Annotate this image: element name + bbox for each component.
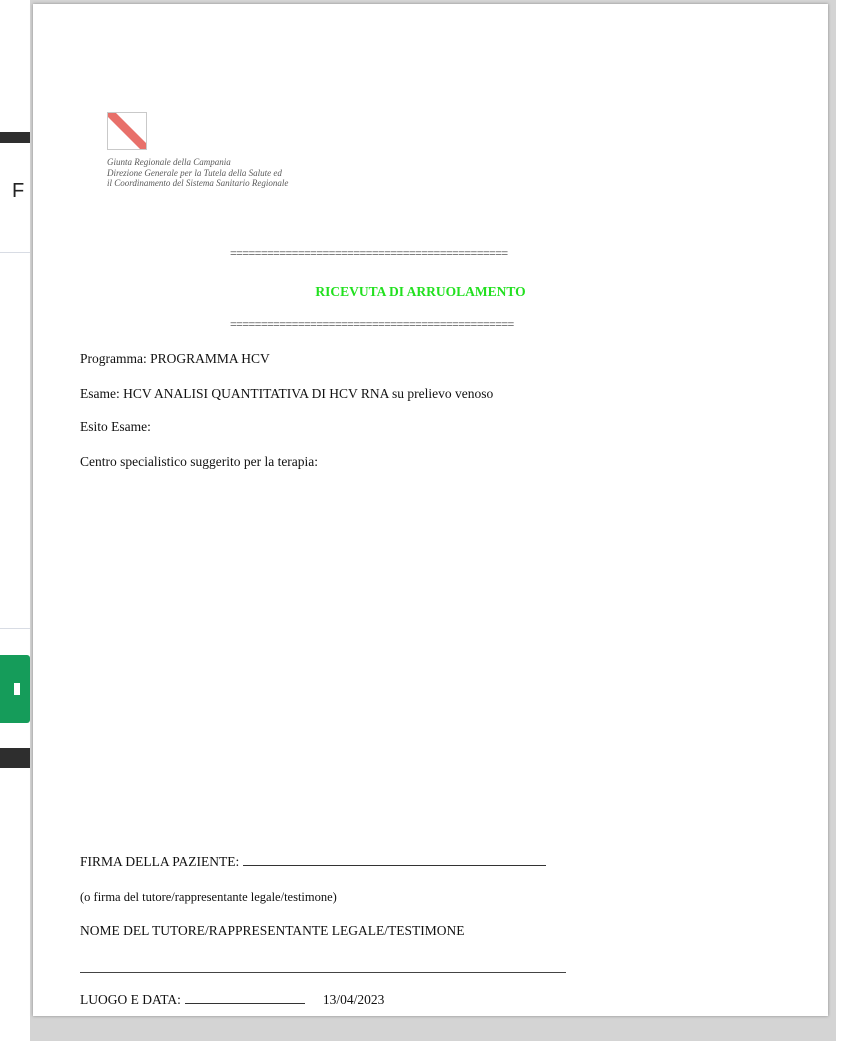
background-app-bar bbox=[0, 132, 30, 143]
separator-rule-bottom: ========================================… bbox=[230, 317, 514, 331]
esito-field: Esito Esame: bbox=[80, 419, 151, 434]
agency-line-3: il Coordinamento del Sistema Sanitario R… bbox=[107, 178, 289, 188]
place-blank-line bbox=[184, 992, 305, 1004]
name-blank-line bbox=[80, 972, 566, 973]
background-app-bar bbox=[0, 748, 30, 768]
luogo-label: LUOGO E DATA: bbox=[80, 992, 181, 1007]
pdf-page: Giunta Regionale della Campania Direzione… bbox=[33, 4, 828, 1016]
date-value: 13/04/2023 bbox=[322, 992, 385, 1007]
pdf-viewer[interactable]: Giunta Regionale della Campania Direzione… bbox=[30, 0, 836, 1041]
background-app-button-glyph bbox=[14, 683, 20, 695]
agency-line-2: Direzione Generale per la Tutela della S… bbox=[107, 167, 282, 178]
agency-line-1: Giunta Regionale della Campania bbox=[107, 157, 231, 167]
agency-header: Giunta Regionale della Campania Direzione… bbox=[107, 157, 288, 189]
separator-rule-top: ========================================… bbox=[230, 246, 508, 260]
esame-field: Esame: HCV ANALISI QUANTITATIVA DI HCV R… bbox=[80, 386, 494, 401]
document-title: RICEVUTA DI ARRUOLAMENTO bbox=[315, 284, 526, 299]
campania-logo-icon bbox=[107, 112, 147, 150]
firma-row: FIRMA DELLA PAZIENTE: bbox=[80, 854, 547, 870]
luogo-data-row: LUOGO E DATA: 13/04/2023 bbox=[80, 992, 384, 1008]
programma-field: Programma: PROGRAMMA HCV bbox=[80, 351, 270, 366]
background-app-text-fragment: F bbox=[12, 180, 25, 202]
background-app-divider bbox=[0, 628, 30, 629]
firma-label: FIRMA DELLA PAZIENTE: bbox=[80, 854, 240, 869]
viewer-right-margin bbox=[836, 0, 851, 1041]
signature-line bbox=[243, 854, 547, 866]
firma-alternative-note: (o firma del tutore/rappresentante legal… bbox=[80, 890, 337, 904]
background-app-divider bbox=[0, 252, 30, 253]
nome-tutore-label: NOME DEL TUTORE/RAPPRESENTANTE LEGALE/TE… bbox=[80, 923, 465, 938]
centro-field: Centro specialistico suggerito per la te… bbox=[80, 454, 319, 469]
